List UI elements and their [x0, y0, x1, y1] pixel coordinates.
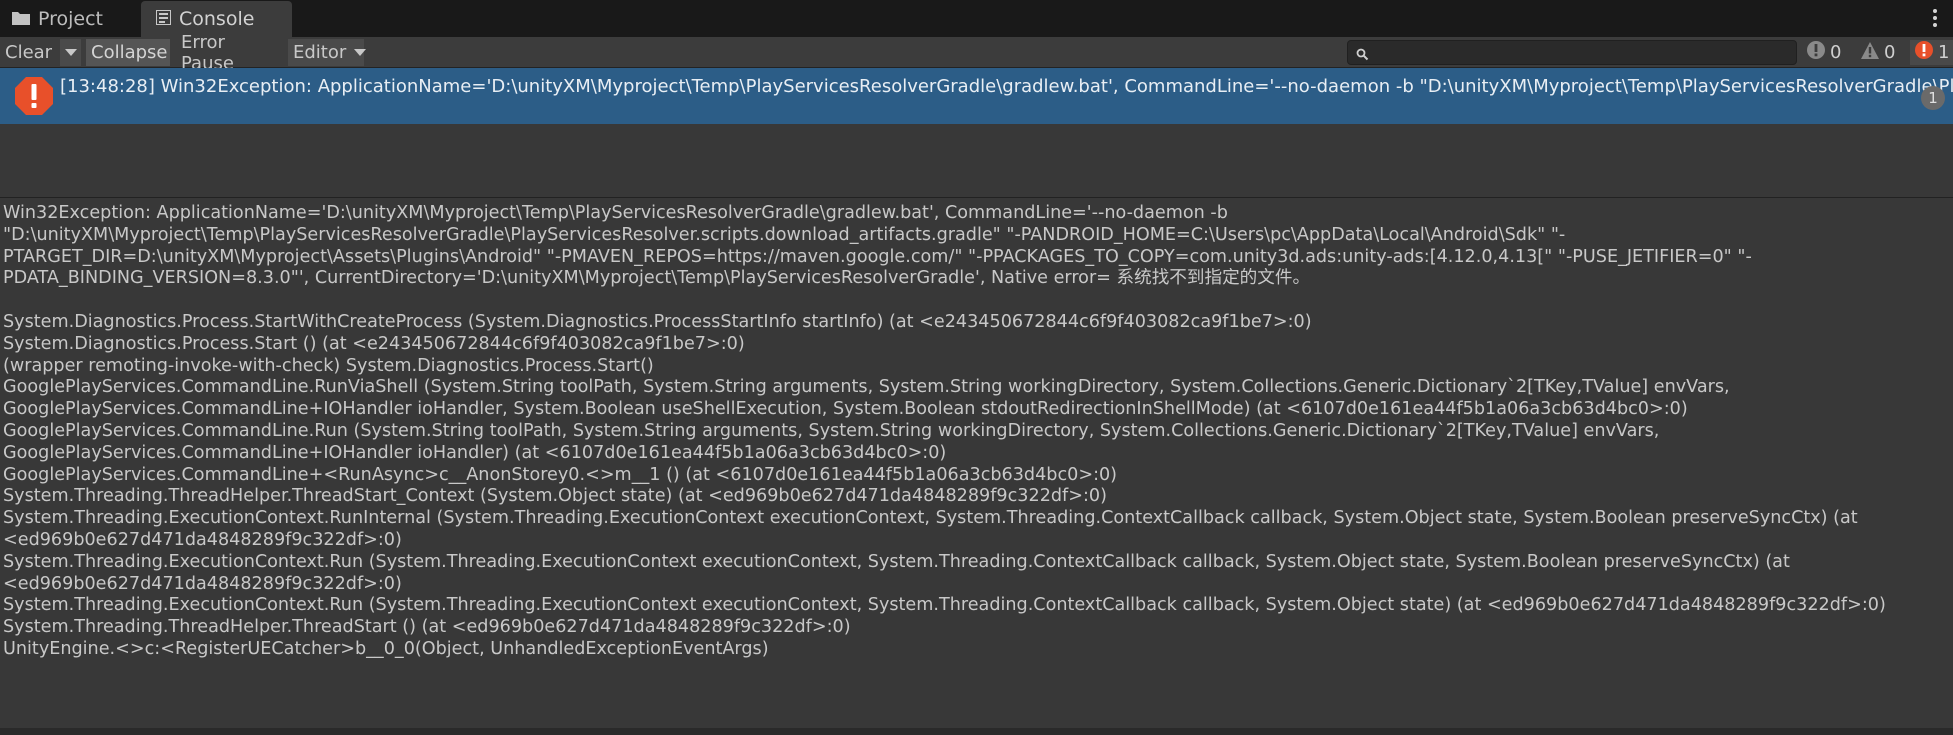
window-tab-bar: Project Console	[0, 0, 1953, 37]
detail-header-line: "D:\unityXM\Myproject\Temp\PlayServicesR…	[3, 224, 1566, 245]
info-count: 0	[1830, 42, 1842, 63]
search-field[interactable]	[1347, 40, 1797, 65]
stack-trace-line: GooglePlayServices.CommandLine+<RunAsync…	[3, 464, 1118, 485]
detail-header-line: PTARGET_DIR=D:\unityXM\Myproject\Assets\…	[3, 246, 1752, 267]
stack-trace-line: GooglePlayServices.CommandLine+IOHandler…	[3, 442, 947, 463]
tab-console-label: Console	[179, 8, 255, 30]
stack-trace-line: System.Diagnostics.Process.StartWithCrea…	[3, 311, 1312, 332]
folder-icon	[12, 8, 30, 30]
stack-trace-line: GooglePlayServices.CommandLine.Run (Syst…	[3, 420, 1660, 441]
stack-trace-line: System.Diagnostics.Process.Start () (at …	[3, 333, 745, 354]
detail-spacer	[3, 290, 1950, 312]
editor-dropdown-label: Editor	[293, 42, 347, 63]
warning-count: 0	[1884, 42, 1896, 63]
log-list[interactable]: [13:48:28] Win32Exception: ApplicationNa…	[0, 68, 1953, 198]
stack-trace-line: System.Threading.ThreadHelper.ThreadStar…	[3, 617, 851, 638]
stack-trace-line: <ed969b0e627d471da4848289f9c322df>:0)	[3, 573, 402, 594]
console-icon	[156, 8, 171, 30]
stack-trace-line: (wrapper remoting-invoke-with-check) Sys…	[3, 355, 654, 376]
stack-trace-line: System.Threading.ThreadHelper.ThreadStar…	[3, 486, 1107, 507]
stack-trace-line: UnityEngine.<>c:<RegisterUECatcher>b__0_…	[3, 638, 769, 659]
console-toolbar: Clear Collapse Error Pause Editor 0 0 1	[0, 32, 1953, 74]
error-count-toggle[interactable]: 1	[1910, 40, 1953, 65]
detail-header-line: PDATA_BINDING_VERSION=8.3.0"', CurrentDi…	[3, 268, 1311, 289]
error-count: 1	[1938, 42, 1950, 63]
stack-trace-line: System.Threading.ExecutionContext.RunInt…	[3, 508, 1858, 529]
clear-options-dropdown[interactable]	[60, 39, 81, 66]
detail-header-line: Win32Exception: ApplicationName='D:\unit…	[3, 203, 1228, 223]
search-input[interactable]	[1372, 43, 1792, 62]
error-octagon-icon	[14, 76, 54, 120]
stack-trace-line: System.Threading.ExecutionContext.Run (S…	[3, 595, 1886, 616]
collapse-count-badge: 1	[1921, 86, 1945, 110]
chevron-down-icon	[64, 49, 77, 56]
stack-trace-line: GooglePlayServices.CommandLine+IOHandler…	[3, 399, 1688, 420]
search-icon	[1356, 46, 1369, 65]
stack-trace-line: <ed969b0e627d471da4848289f9c322df>:0)	[3, 529, 402, 550]
more-options-icon[interactable]	[1933, 9, 1937, 27]
bottom-border	[0, 728, 1953, 735]
warning-count-toggle[interactable]: 0	[1856, 40, 1908, 65]
editor-dropdown[interactable]: Editor	[288, 39, 367, 66]
error-icon	[1914, 40, 1934, 65]
log-entry-message: [13:48:28] Win32Exception: ApplicationNa…	[60, 76, 1953, 97]
collapse-toggle[interactable]: Collapse	[86, 39, 170, 66]
info-icon	[1806, 40, 1826, 65]
log-entry-error[interactable]: [13:48:28] Win32Exception: ApplicationNa…	[0, 68, 1953, 124]
stack-trace-line: GooglePlayServices.CommandLine.RunViaShe…	[3, 377, 1730, 398]
stack-trace-detail[interactable]: Win32Exception: ApplicationName='D:\unit…	[0, 199, 1953, 728]
info-count-toggle[interactable]: 0	[1802, 40, 1854, 65]
chevron-down-icon	[354, 49, 367, 56]
tab-project[interactable]: Project	[12, 1, 103, 37]
tab-project-label: Project	[38, 8, 104, 30]
error-pause-toggle[interactable]: Error Pause	[176, 32, 286, 74]
stack-trace-line: System.Threading.ExecutionContext.Run (S…	[3, 551, 1790, 572]
warning-icon	[1860, 41, 1880, 65]
clear-button[interactable]: Clear	[0, 39, 57, 66]
